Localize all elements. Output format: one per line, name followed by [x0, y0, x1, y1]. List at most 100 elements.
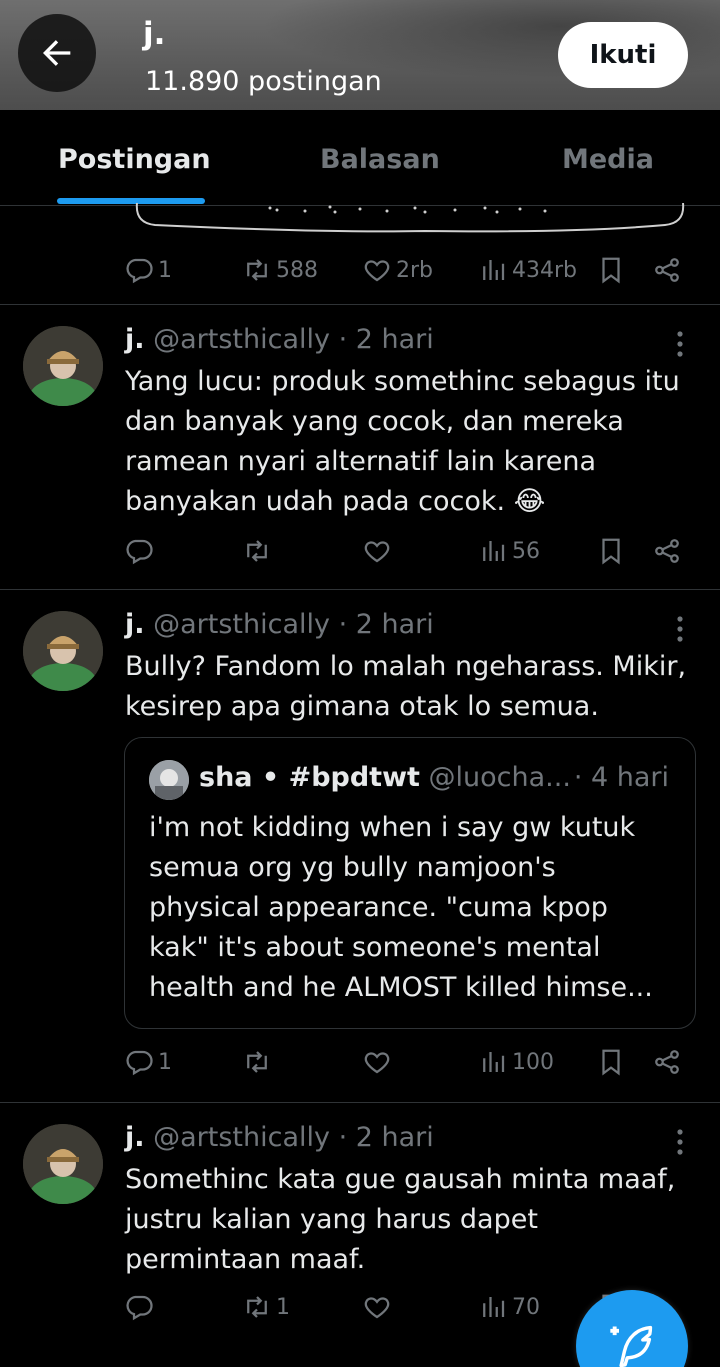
repost-icon [247, 1296, 267, 1318]
timestamp[interactable]: · 2 hari [339, 324, 434, 355]
arrow-left-icon [43, 40, 71, 66]
reply-button[interactable] [124, 536, 158, 566]
view-count: 100 [512, 1049, 554, 1075]
bookmark-button[interactable] [596, 255, 626, 285]
quoted-tweet-header: sha • #bpdtwt @luocha... [199, 762, 571, 793]
avatar-image [23, 611, 103, 691]
more-vertical-icon [677, 616, 683, 642]
heart-icon [364, 260, 390, 282]
author-name[interactable]: j. [125, 609, 145, 640]
views-button[interactable]: 56 [478, 536, 540, 566]
author-handle[interactable]: @artsthically [153, 324, 330, 355]
like-button[interactable] [362, 1047, 396, 1077]
reply-icon [126, 258, 153, 284]
partial-post[interactable]: 1 588 2rb 434rb [0, 203, 720, 305]
share-button[interactable] [652, 536, 682, 566]
share-button[interactable] [652, 1047, 682, 1077]
bookmark-icon [602, 538, 620, 565]
repost-icon [247, 540, 267, 562]
timestamp[interactable]: · 2 hari [339, 1122, 434, 1153]
more-vertical-icon [677, 331, 683, 357]
view-count: 434rb [512, 257, 578, 283]
reply-button[interactable] [124, 1292, 158, 1322]
bookmark-icon [602, 257, 620, 284]
profile-header: j. 11.890 postingan Ikuti [0, 0, 720, 110]
follow-button[interactable]: Ikuti [558, 22, 688, 88]
compose-feather-icon [610, 1325, 653, 1367]
avatar-image [23, 326, 103, 406]
quoted-avatar-image [149, 760, 189, 800]
like-count: 2rb [396, 257, 434, 283]
like-button[interactable]: 2rb [362, 255, 433, 285]
tab-replies[interactable]: Balasan [320, 144, 440, 175]
avatar-image [23, 1124, 103, 1204]
reply-icon [126, 539, 153, 565]
views-icon [483, 260, 505, 280]
tweet-header: j. @artsthically · 2 hari [125, 324, 434, 355]
post-actions: 56 [0, 536, 720, 576]
more-options-button[interactable] [662, 611, 698, 647]
bookmark-button[interactable] [596, 1047, 626, 1077]
post-count: 11.890 postingan [145, 66, 382, 97]
profile-name: j. [143, 16, 166, 52]
quoted-tweet-text: i'm not kidding when i say gw kutuk semu… [149, 812, 653, 1003]
share-button[interactable] [652, 255, 682, 285]
tweet-header: j. @artsthically · 2 hari [125, 609, 434, 640]
post-actions: 1 100 [0, 1047, 720, 1087]
tweet[interactable]: j. @artsthically · 2 hari Yang lucu: pro… [0, 306, 720, 590]
more-options-button[interactable] [662, 326, 698, 362]
heart-icon [364, 1052, 390, 1074]
quoted-avatar[interactable] [149, 760, 189, 800]
repost-button[interactable] [242, 536, 276, 566]
bookmark-icon [602, 1049, 620, 1076]
post-image-fragment [135, 203, 685, 233]
repost-count: 588 [276, 257, 318, 283]
reply-button[interactable]: 1 [124, 1047, 172, 1077]
views-button[interactable]: 70 [478, 1292, 540, 1322]
views-button[interactable]: 100 [478, 1047, 554, 1077]
views-icon [483, 1052, 505, 1072]
more-vertical-icon [677, 1129, 683, 1155]
reply-count: 1 [158, 257, 172, 283]
heart-icon [364, 541, 390, 563]
avatar[interactable] [23, 611, 103, 691]
profile-tabs: Postingan Balasan Media [0, 110, 720, 206]
views-icon [483, 541, 505, 561]
tab-media[interactable]: Media [562, 144, 654, 175]
view-count: 56 [512, 538, 540, 564]
quoted-author-handle: @luocha... [428, 762, 571, 793]
author-handle[interactable]: @artsthically [153, 1122, 330, 1153]
reply-icon [126, 1295, 153, 1321]
heart-icon [364, 1297, 390, 1319]
avatar[interactable] [23, 1124, 103, 1204]
bookmark-button[interactable] [596, 536, 626, 566]
tweet-text: Bully? Fandom lo malah ngeharass. Mikir,… [125, 651, 687, 722]
repost-button[interactable] [242, 1047, 276, 1077]
repost-button[interactable]: 588 [242, 255, 318, 285]
views-icon [483, 1297, 505, 1317]
like-button[interactable] [362, 536, 396, 566]
quoted-author-name: sha • #bpdtwt [199, 762, 420, 793]
more-options-button[interactable] [662, 1124, 698, 1160]
tab-posts[interactable]: Postingan [58, 144, 211, 175]
post-actions: 1 588 2rb 434rb [0, 255, 720, 295]
quoted-tweet[interactable]: sha • #bpdtwt @luocha... · 4 hari i'm no… [124, 737, 696, 1029]
repost-count: 1 [276, 1294, 290, 1320]
quoted-timestamp: · 4 hari [573, 762, 669, 793]
share-icon [655, 258, 679, 282]
author-name[interactable]: j. [125, 324, 145, 355]
author-name[interactable]: j. [125, 1122, 145, 1153]
reply-icon [126, 1050, 153, 1076]
tweet[interactable]: j. @artsthically · 2 hari Bully? Fandom … [0, 591, 720, 1103]
back-button[interactable] [18, 14, 96, 92]
views-button[interactable]: 434rb [478, 255, 577, 285]
share-icon [655, 1050, 679, 1074]
reply-button[interactable]: 1 [124, 255, 172, 285]
like-button[interactable] [362, 1292, 396, 1322]
avatar[interactable] [23, 326, 103, 406]
timestamp[interactable]: · 2 hari [339, 609, 434, 640]
tweet-text: Somethinc kata gue gausah minta maaf, ju… [125, 1164, 676, 1275]
repost-button[interactable]: 1 [242, 1292, 290, 1322]
tweet-header: j. @artsthically · 2 hari [125, 1122, 434, 1153]
author-handle[interactable]: @artsthically [153, 609, 330, 640]
